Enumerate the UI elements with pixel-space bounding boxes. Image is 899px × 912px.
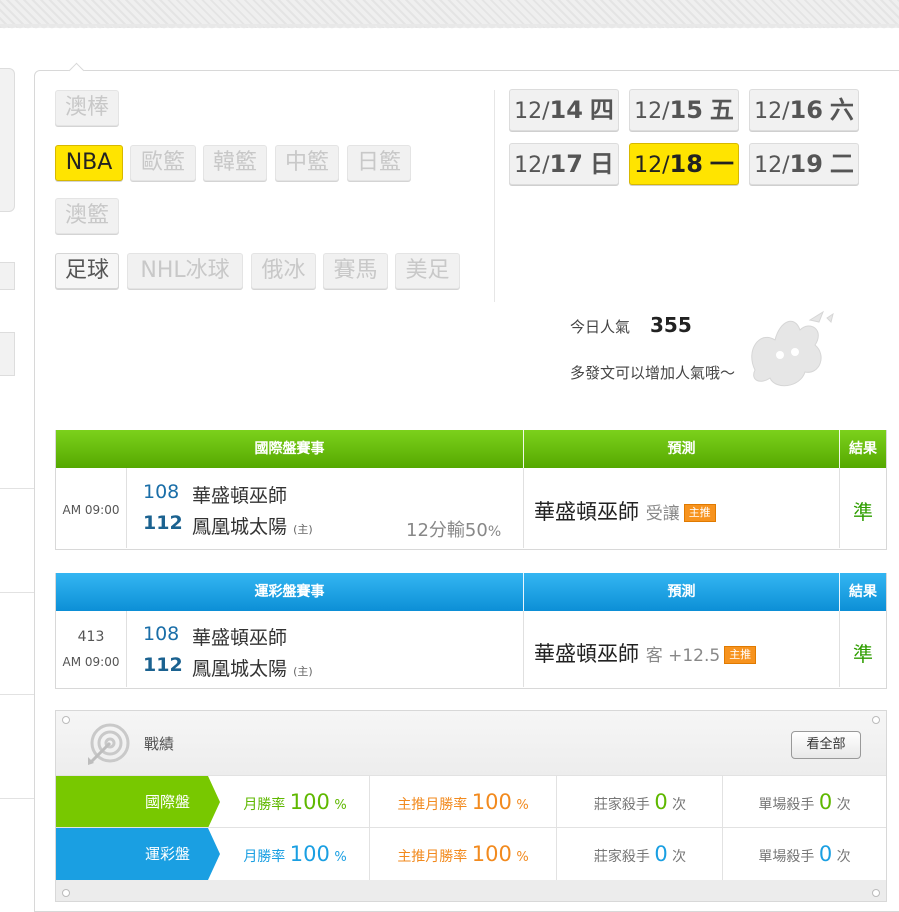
popularity-value: 355 [650, 313, 692, 337]
away-team[interactable]: 華盛頓巫師 [192, 623, 287, 650]
sport-button-japan-basketball[interactable]: 日籃 [347, 145, 411, 181]
date-button-1215[interactable]: 12/15 五 [629, 89, 739, 131]
game-number: 413 [77, 629, 105, 645]
single-game-killer: 單場殺手 0 次 [758, 790, 851, 814]
main-pick-badge: 主推 [683, 504, 716, 522]
date-button-1217[interactable]: 12/17 日 [509, 143, 619, 185]
date-button-1216[interactable]: 12/16 六 [749, 89, 859, 131]
mascot-icon [751, 310, 834, 387]
away-team[interactable]: 華盛頓巫師 [192, 481, 287, 508]
monthly-win-rate: 月勝率 100 % [243, 842, 347, 866]
stats-row-lottery: 運彩盤 月勝率 100 % 主推月勝率 100 % 莊家殺手 0 次 單場殺手 … [56, 827, 886, 880]
sport-button-china-basketball[interactable]: 中籃 [275, 145, 339, 181]
monthly-win-rate: 月勝率 100 % [243, 790, 347, 814]
game-time: AM 09:00 [62, 503, 120, 517]
sport-button-nhl-hockey[interactable]: NHL冰球 [127, 253, 243, 289]
view-all-button[interactable]: 看全部 [791, 731, 861, 759]
stats-panel: 戰績 看全部 國際盤 月勝率 100 % 主推月勝率 100 % 莊家殺手 0 … [55, 710, 887, 902]
banker-killer: 莊家殺手 0 次 [593, 842, 687, 866]
home-team[interactable]: 鳳凰城太陽 (主) [192, 654, 313, 681]
page-top-pattern [0, 0, 899, 32]
sport-button-korea-basketball[interactable]: 韓籃 [203, 145, 267, 181]
home-team[interactable]: 鳳凰城太陽 (主) [192, 512, 313, 539]
stats-row-label: 國際盤 [56, 776, 208, 828]
main-pick-win-rate: 主推月勝率 100 % [397, 842, 529, 866]
stats-row-international: 國際盤 月勝率 100 % 主推月勝率 100 % 莊家殺手 0 次 單場殺手 … [56, 775, 886, 828]
home-mark: (主) [293, 523, 313, 536]
left-divider [0, 488, 36, 489]
date-button-1219[interactable]: 12/19 二 [749, 143, 859, 185]
matches-header: 運彩盤賽事 [254, 584, 325, 600]
home-score: 112 [143, 512, 183, 534]
lottery-table: 運彩盤賽事 預測 結果 413 AM 09:00 108 華盛頓巫師 112 鳳… [55, 573, 887, 689]
left-sidebar-card [0, 68, 15, 212]
left-sidebar-strip [0, 332, 15, 376]
prediction-pick: 華盛頓巫師 受讓 主推 [534, 496, 716, 526]
date-button-1214[interactable]: 12/14 四 [509, 89, 619, 131]
sport-button-soccer[interactable]: 足球 [55, 253, 119, 289]
matches-header: 國際盤賽事 [254, 441, 325, 457]
left-sidebar-strip [0, 262, 15, 290]
home-score: 112 [143, 654, 183, 676]
handicap-odds: 12分輸50% [406, 520, 502, 541]
result-header: 結果 [849, 584, 877, 600]
prediction-pick: 華盛頓巫師 客 +12.5 主推 [534, 638, 757, 668]
international-table: 國際盤賽事 預測 結果 AM 09:00 108 華盛頓巫師 112 鳳凰城太陽… [55, 430, 887, 550]
away-score: 108 [143, 623, 180, 645]
game-time: AM 09:00 [62, 655, 120, 669]
date-button-1218[interactable]: 12/18 一 [629, 143, 739, 185]
result-header: 結果 [849, 441, 877, 457]
table-row[interactable]: 413 AM 09:00 108 華盛頓巫師 112 鳳凰城太陽 (主) 華盛頓… [56, 611, 886, 687]
result-value: 準 [853, 500, 873, 524]
sport-button-russia-hockey[interactable]: 俄冰 [251, 253, 316, 289]
target-icon [88, 723, 130, 765]
selector-divider [494, 90, 495, 302]
table-row[interactable]: AM 09:00 108 華盛頓巫師 112 鳳凰城太陽 (主) 12分輸50%… [56, 468, 886, 548]
sport-button-horse-racing[interactable]: 賽馬 [323, 253, 388, 289]
popularity-label: 今日人氣 [570, 318, 631, 336]
single-game-killer: 單場殺手 0 次 [758, 842, 851, 866]
left-divider [0, 798, 36, 799]
popularity-hint: 多發文可以增加人氣哦～ [570, 364, 736, 382]
main-pick-badge: 主推 [724, 646, 757, 664]
home-mark: (主) [293, 665, 313, 678]
stats-row-label: 運彩盤 [56, 828, 208, 880]
prediction-header: 預測 [667, 441, 696, 457]
sport-button-nba[interactable]: NBA [55, 145, 123, 181]
international-table-header: 國際盤賽事 預測 結果 [56, 430, 886, 468]
sport-button-euro-basketball[interactable]: 歐籃 [130, 145, 196, 181]
lottery-table-header: 運彩盤賽事 預測 結果 [56, 573, 886, 611]
away-score: 108 [143, 481, 180, 503]
main-pick-win-rate: 主推月勝率 100 % [397, 790, 529, 814]
sport-button-aus-basketball[interactable]: 澳籃 [55, 198, 119, 234]
result-value: 準 [853, 642, 873, 666]
stats-title: 戰績 [144, 735, 175, 753]
prediction-header: 預測 [667, 584, 696, 600]
sport-button-american-football[interactable]: 美足 [395, 253, 460, 289]
left-divider [0, 592, 36, 593]
sport-button-aus-baseball[interactable]: 澳棒 [55, 90, 119, 126]
left-divider [0, 694, 36, 695]
banker-killer: 莊家殺手 0 次 [593, 790, 687, 814]
